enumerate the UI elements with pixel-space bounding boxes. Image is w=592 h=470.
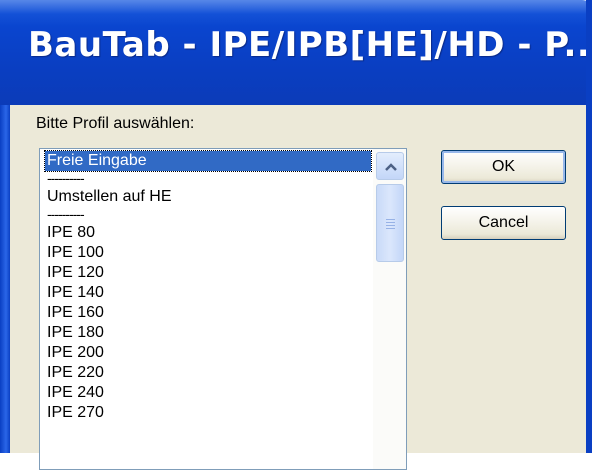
scroll-grip-icon [386,222,395,223]
vertical-scrollbar[interactable] [373,149,406,469]
list-item-separator[interactable]: ---------- [45,207,371,223]
list-item[interactable]: IPE 120 [45,263,371,283]
ok-button[interactable]: OK [441,150,566,184]
profile-prompt-label: Bitte Profil auswählen: [36,115,195,132]
list-item[interactable]: IPE 200 [45,343,371,363]
window-title: BauTab - IPE/IPB[HE]/HD - P... [28,25,592,65]
list-item[interactable]: IPE 140 [45,283,371,303]
list-item[interactable]: IPE 100 [45,243,371,263]
list-item[interactable]: IPE 220 [45,363,371,383]
list-item[interactable]: Freie Eingabe [44,150,372,172]
window-border-right [586,0,592,453]
dialog-body: Bitte Profil auswählen: Freie Eingabe --… [10,105,586,470]
scroll-thumb[interactable] [376,184,404,262]
cancel-button[interactable]: Cancel [441,206,566,240]
list-item[interactable]: IPE 180 [45,323,371,343]
scroll-grip-icon [386,225,395,226]
window-border-left [0,105,10,453]
chevron-up-icon [385,163,397,171]
list-item[interactable]: IPE 270 [45,403,371,423]
title-bar[interactable]: BauTab - IPE/IPB[HE]/HD - P... [0,0,592,105]
list-item[interactable]: Umstellen auf HE [45,187,371,207]
list-item[interactable]: IPE 80 [45,223,371,243]
scroll-grip-icon [386,228,395,229]
scroll-up-button[interactable] [376,152,404,180]
list-item[interactable]: IPE 160 [45,303,371,323]
profile-list: Freie Eingabe ---------- Umstellen auf H… [44,150,372,423]
list-item-separator[interactable]: ---------- [45,171,371,187]
dialog-window: BauTab - IPE/IPB[HE]/HD - P... Bitte Pro… [0,0,592,470]
scroll-grip-icon [386,219,395,220]
list-item[interactable]: IPE 240 [45,383,371,403]
profile-listbox[interactable]: Freie Eingabe ---------- Umstellen auf H… [39,148,407,470]
